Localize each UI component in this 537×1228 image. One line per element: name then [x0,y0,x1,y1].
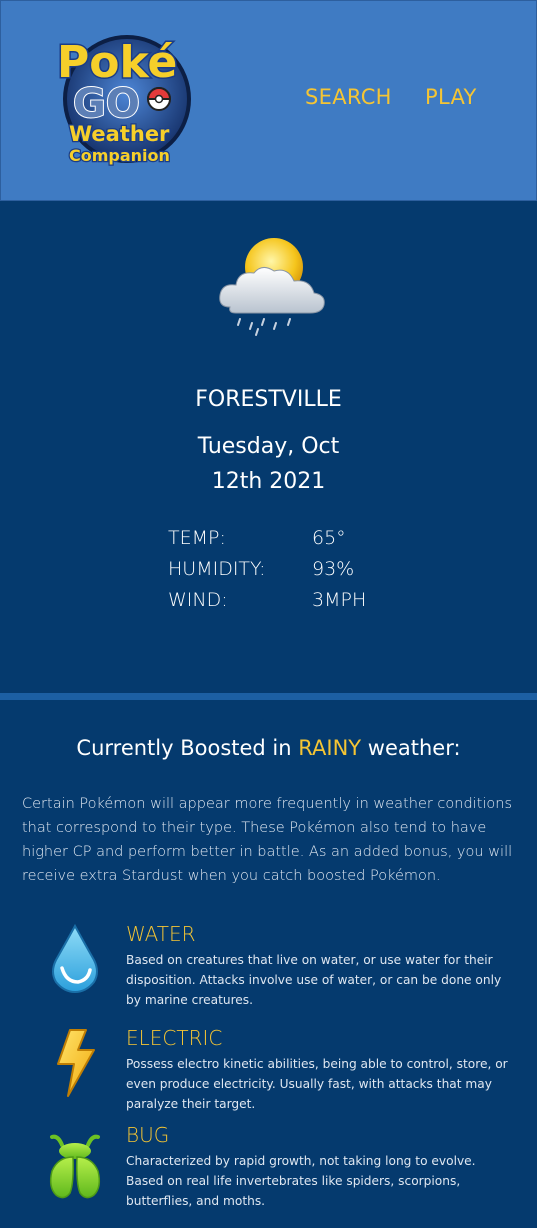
stat-row-temp: TEMP: 65° [168,527,428,558]
type-electric: ELECTRIC Possess electro kinetic abiliti… [0,1026,537,1122]
nav-search-link[interactable]: SEARCH [305,85,392,109]
weather-stats: TEMP: 65° HUMIDITY: 93% WIND: 3MPH [168,527,428,620]
type-name: WATER [126,922,196,946]
stat-label: TEMP: [168,527,226,549]
type-description: Based on creatures that live on water, o… [126,953,502,1007]
city-name: FORESTVILLE [195,387,342,412]
stat-value: 3MPH [312,589,367,611]
svg-text:GO: GO [73,81,140,127]
weather-panel: FORESTVILLE Tuesday, Oct 12th 2021 TEMP:… [0,201,537,693]
stat-label: WIND: [168,589,228,611]
type-description: Possess electro kinetic abilities, being… [126,1057,508,1111]
section-divider [0,693,537,700]
current-date: Tuesday, Oct 12th 2021 [0,429,537,499]
partly-cloudy-rain-icon [219,238,325,336]
nav-play-link[interactable]: PLAY [425,85,477,109]
type-water: WATER Based on creatures that live on wa… [0,922,537,1018]
date-line-1: Tuesday, Oct [197,434,340,459]
stat-value: 65° [312,527,346,549]
bug-icon [49,1134,101,1199]
stat-value: 93% [312,558,355,580]
stat-row-wind: WIND: 3MPH [168,589,428,620]
water-drop-icon [52,923,98,994]
boost-description: Certain Pokémon will appear more frequen… [22,796,513,884]
stat-label: HUMIDITY: [168,558,266,580]
date-line-2: 12th 2021 [211,469,326,494]
type-name: BUG [126,1123,170,1147]
poke-go-weather-logo[interactable]: Poké GO Weather Companion [49,19,199,179]
boost-title-prefix: Currently Boosted in [76,736,299,760]
type-bug: BUG Characterized by rapid growth, not t… [0,1123,537,1219]
boost-title-suffix: weather: [361,736,461,760]
app-header: Poké GO Weather Companion SEARCH PLAY [0,0,537,201]
stat-row-humidity: HUMIDITY: 93% [168,558,428,589]
svg-text:Weather: Weather [69,122,170,146]
boost-condition: RAINY [298,736,362,760]
type-description: Characterized by rapid growth, not takin… [126,1154,476,1208]
type-name: ELECTRIC [126,1026,223,1050]
lightning-bolt-icon [57,1029,95,1097]
boosted-types-section: Currently Boosted in RAINY weather: Cert… [0,700,537,1228]
svg-text:Companion: Companion [69,146,170,165]
boost-title: Currently Boosted in RAINY weather: [0,736,537,760]
